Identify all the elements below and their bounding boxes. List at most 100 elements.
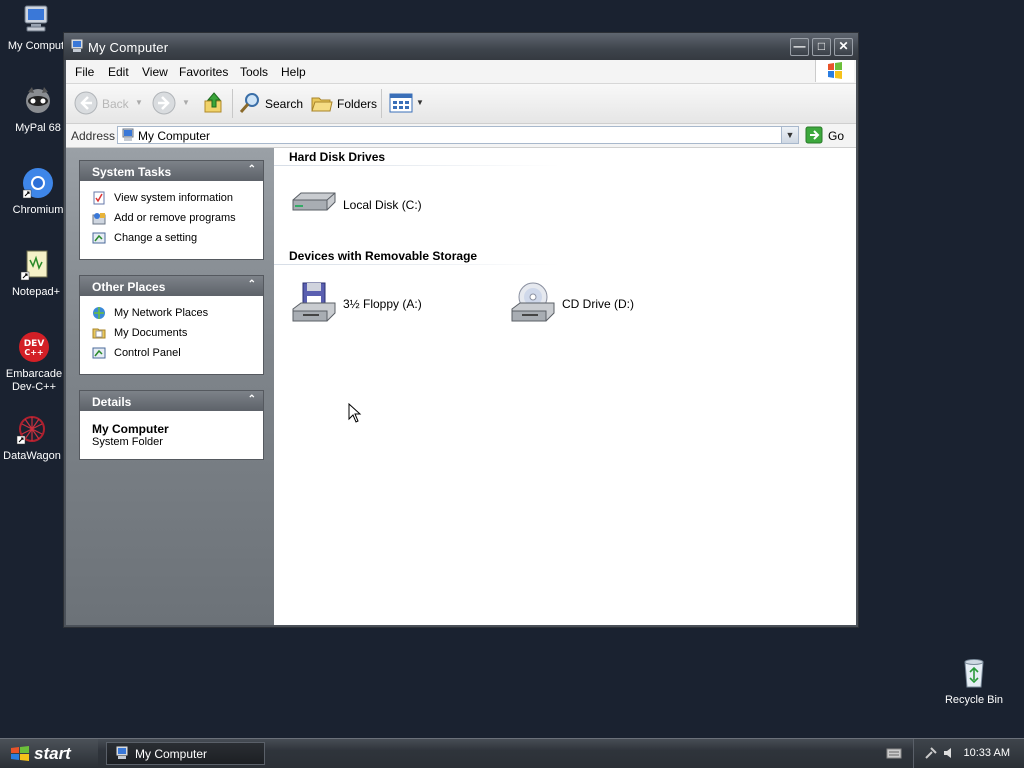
desktop-icon-recycle-bin[interactable]: Recycle Bin: [938, 656, 1010, 707]
forward-arrow-icon: [152, 91, 176, 118]
drive-label: 3½ Floppy (A:): [343, 297, 422, 311]
place-label: My Network Places: [114, 307, 209, 319]
title-bar[interactable]: My Computer — □ ✕: [64, 33, 858, 60]
group-title-hard-disk-drives: Hard Disk Drives: [289, 150, 386, 164]
taskbar-item-my-computer[interactable]: My Computer: [106, 742, 265, 765]
views-button[interactable]: ▼: [388, 91, 424, 116]
search-icon: [238, 91, 262, 118]
add-remove-programs-icon: [92, 211, 106, 225]
place-label: Control Panel: [114, 347, 181, 359]
menu-tools[interactable]: Tools: [240, 65, 268, 79]
address-dropdown-button[interactable]: ▼: [781, 127, 798, 143]
my-documents-icon: [92, 326, 106, 340]
task-view-system-information[interactable]: View system information: [92, 189, 263, 209]
maximize-button[interactable]: □: [812, 38, 831, 56]
collapse-chevron-icon[interactable]: ⌃: [248, 279, 256, 290]
system-tasks-title: System Tasks: [92, 165, 172, 179]
desktop-icon-label: My Comput: [7, 40, 65, 52]
address-field[interactable]: My Computer ▼: [117, 126, 799, 144]
my-computer-window: My Computer — □ ✕ File Edit View Favorit…: [63, 32, 859, 628]
taskbar: start My Computer 10:33 AM: [0, 738, 1024, 768]
forward-dropdown-icon: ▼: [182, 98, 190, 107]
desktop-icon-notepad[interactable]: Notepad+: [0, 248, 72, 299]
address-value: My Computer: [138, 129, 211, 143]
views-icon: [388, 91, 414, 118]
drive-local-disk-c[interactable]: Local Disk (C:): [289, 180, 449, 230]
go-button[interactable]: Go: [805, 126, 855, 144]
place-control-panel[interactable]: Control Panel: [92, 344, 263, 364]
windows-logo-icon: [815, 60, 854, 82]
keyboard-icon[interactable]: [886, 747, 902, 762]
address-label: Address: [71, 129, 116, 143]
close-button[interactable]: ✕: [834, 38, 853, 56]
taskbar-item-label: My Computer: [135, 747, 208, 761]
up-folder-button[interactable]: [202, 91, 226, 116]
minimize-button[interactable]: —: [790, 38, 809, 56]
drive-label: CD Drive (D:): [562, 297, 634, 311]
collapse-chevron-icon[interactable]: ⌃: [248, 164, 256, 175]
window-title: My Computer: [88, 40, 169, 55]
menu-favorites[interactable]: Favorites: [179, 65, 228, 79]
views-dropdown-icon: ▼: [416, 98, 424, 107]
task-change-setting[interactable]: Change a setting: [92, 229, 263, 249]
other-places-header[interactable]: Other Places ⌃: [80, 276, 263, 296]
toolbar: Back ▼ ▼ Search Folders ▼: [66, 84, 856, 124]
drive-floppy-a[interactable]: 3½ Floppy (A:): [289, 279, 449, 329]
network-places-icon: [92, 306, 106, 320]
desktop-icon-devcpp[interactable]: DEV C++ Embarcade Dev-C++: [0, 330, 70, 394]
file-view: Hard Disk Drives Local Disk (C:) Devices…: [274, 148, 856, 625]
desktop-icon-datawagon[interactable]: DataWagon: [0, 412, 68, 463]
computer-icon: [121, 128, 135, 145]
back-button[interactable]: Back ▼: [74, 91, 144, 116]
toolbar-separator: [232, 89, 233, 118]
computer-icon: [19, 2, 53, 36]
system-info-icon: [92, 191, 106, 205]
back-arrow-icon: [74, 91, 98, 118]
system-tray: 10:33 AM: [913, 739, 1024, 768]
datawagon-icon: [15, 412, 49, 446]
folders-button[interactable]: Folders: [310, 91, 378, 116]
menu-file[interactable]: File: [75, 65, 94, 79]
desktop-icon-label: Embarcade: [5, 368, 63, 380]
other-places-panel: Other Places ⌃ My Network Places My Docu…: [79, 275, 264, 375]
computer-icon: [70, 39, 84, 53]
menu-help[interactable]: Help: [281, 65, 306, 79]
control-panel-icon: [92, 231, 106, 245]
menu-bar: File Edit View Favorites Tools Help: [66, 60, 856, 84]
raccoon-icon: [21, 84, 55, 118]
search-button[interactable]: Search: [238, 91, 304, 116]
windows-logo-icon: [10, 745, 30, 768]
group-divider: [274, 165, 560, 166]
system-tasks-header[interactable]: System Tasks ⌃: [80, 161, 263, 181]
clock[interactable]: 10:33 AM: [964, 747, 1010, 759]
place-label: My Documents: [114, 327, 188, 339]
close-icon: ✕: [838, 39, 849, 53]
speaker-icon[interactable]: [942, 746, 956, 763]
go-label: Go: [828, 129, 845, 143]
details-header[interactable]: Details ⌃: [80, 391, 263, 411]
folders-label: Folders: [337, 97, 378, 111]
notepad-icon: [19, 248, 53, 282]
devcpp-icon: DEV C++: [17, 330, 51, 364]
place-my-network-places[interactable]: My Network Places: [92, 304, 263, 324]
forward-button[interactable]: ▼: [152, 91, 190, 118]
task-pane: System Tasks ⌃ View system information A…: [66, 148, 274, 625]
start-label: start: [34, 744, 71, 763]
start-button[interactable]: start: [0, 739, 98, 768]
desktop-icon-label-line2: Dev-C++: [11, 381, 57, 393]
details-type: System Folder: [92, 436, 163, 448]
menu-edit[interactable]: Edit: [108, 65, 129, 79]
minimize-icon: —: [793, 39, 806, 53]
tray-tool-icon[interactable]: [924, 746, 938, 763]
place-my-documents[interactable]: My Documents: [92, 324, 263, 344]
menu-view[interactable]: View: [142, 65, 168, 79]
task-label: Change a setting: [114, 232, 198, 244]
toolbar-separator: [381, 89, 382, 118]
desktop-icon-label: DataWagon: [3, 450, 61, 462]
svg-text:C++: C++: [24, 348, 43, 357]
collapse-chevron-icon[interactable]: ⌃: [248, 394, 256, 405]
details-name: My Computer: [92, 422, 169, 436]
desktop-icon-my-computer[interactable]: My Comput: [0, 2, 72, 53]
task-add-remove-programs[interactable]: Add or remove programs: [92, 209, 263, 229]
drive-cd-d[interactable]: CD Drive (D:): [508, 279, 668, 329]
